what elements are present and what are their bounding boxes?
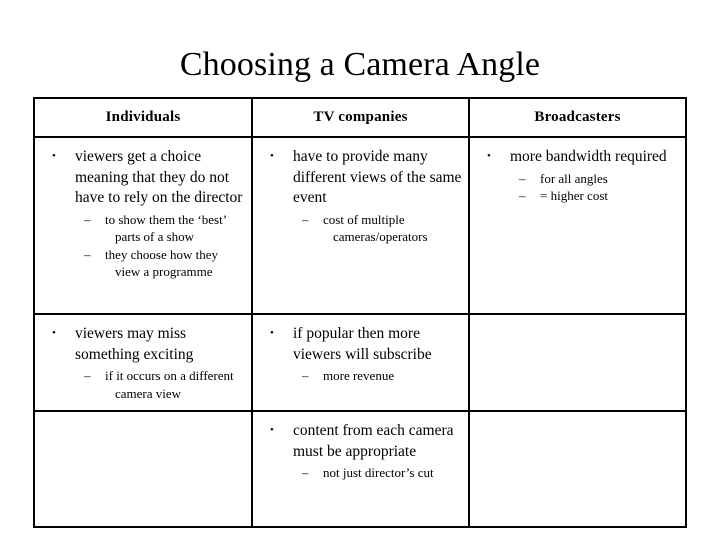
bullet-text: viewers may miss something exciting — [75, 325, 194, 363]
table-cell — [33, 410, 253, 528]
sub-bullet-text: they choose how they view a programme — [105, 246, 219, 280]
sub-bullet-item: they choose how they view a programme — [75, 246, 245, 281]
sub-bullet-list: more revenue — [293, 367, 462, 385]
comparison-table: Individuals TV companies Broadcasters vi… — [33, 97, 687, 528]
bullet-list: more bandwidth required for all angles = h… — [476, 146, 679, 205]
sub-bullet-text: to show them the ‘best’ parts of a show — [105, 211, 227, 245]
cell-content: content from each camera must be appropr… — [253, 412, 468, 486]
table-cell: content from each camera must be appropr… — [251, 410, 470, 528]
table-row: viewers may miss something exciting if it… — [33, 313, 687, 412]
table-body: viewers get a choice meaning that they d… — [33, 136, 687, 528]
page-title: Choosing a Camera Angle — [179, 46, 541, 83]
bullet-item: content from each camera must be appropr… — [259, 420, 462, 482]
cell-content — [35, 412, 251, 426]
bullet-text: if popular then more viewers will subscr… — [293, 325, 432, 363]
table-cell: have to provide many different views of … — [251, 136, 470, 315]
bullet-list: content from each camera must be appropr… — [259, 420, 462, 482]
table-cell: viewers get a choice meaning that they d… — [33, 136, 253, 315]
sub-bullet-list: cost of multiple cameras/operators — [293, 211, 462, 246]
sub-bullet-item: not just director’s cut — [293, 464, 462, 482]
sub-bullet-item: more revenue — [293, 367, 462, 385]
sub-bullet-item: if it occurs on a different camera view — [75, 367, 245, 402]
sub-bullet-item: to show them the ‘best’ parts of a show — [75, 211, 245, 246]
slide-canvas: Choosing a Camera Angle Individuals TV c… — [0, 0, 720, 540]
cell-content — [470, 315, 685, 329]
bullet-list: if popular then more viewers will subscr… — [259, 323, 462, 385]
bullet-item: viewers may miss something exciting if it… — [41, 323, 245, 402]
table-cell — [468, 410, 687, 528]
bullet-list: have to provide many different views of … — [259, 146, 462, 246]
table-cell: viewers may miss something exciting if it… — [33, 313, 253, 412]
bullet-list: viewers may miss something exciting if it… — [41, 323, 245, 402]
sub-bullet-item: = higher cost — [510, 187, 679, 205]
sub-bullet-text: more revenue — [323, 368, 395, 383]
bullet-item: more bandwidth required for all angles = h… — [476, 146, 679, 205]
bullet-item: have to provide many different views of … — [259, 146, 462, 246]
cell-content — [470, 412, 685, 426]
cell-content: if popular then more viewers will subscr… — [253, 315, 468, 389]
sub-bullet-text: if it occurs on a different camera view — [105, 368, 234, 401]
bullet-text: viewers get a choice meaning that they d… — [75, 148, 243, 206]
column-header-broadcasters: Broadcasters — [468, 97, 687, 138]
cell-content: viewers may miss something exciting if it… — [35, 315, 251, 406]
column-header-individuals: Individuals — [33, 97, 253, 138]
bullet-text: content from each camera must be appropr… — [293, 422, 454, 460]
sub-bullet-item: for all angles — [510, 170, 679, 188]
column-header-tv-companies: TV companies — [251, 97, 470, 138]
bullet-item: if popular then more viewers will subscr… — [259, 323, 462, 385]
bullet-text: have to provide many different views of … — [293, 148, 462, 206]
sub-bullet-list: not just director’s cut — [293, 464, 462, 482]
table-row: viewers get a choice meaning that they d… — [33, 136, 687, 315]
table-row: content from each camera must be appropr… — [33, 410, 687, 528]
bullet-list: viewers get a choice meaning that they d… — [41, 146, 245, 281]
sub-bullet-list: if it occurs on a different camera view — [75, 367, 245, 402]
sub-bullet-text: for all angles — [540, 170, 608, 186]
sub-bullet-list: for all angles = higher cost — [510, 170, 679, 205]
cell-content: have to provide many different views of … — [253, 138, 468, 250]
cell-content: viewers get a choice meaning that they d… — [35, 138, 251, 285]
sub-bullet-text: not just director’s cut — [323, 465, 434, 480]
cell-content: more bandwidth required for all angles = h… — [470, 138, 685, 209]
table-header-row: Individuals TV companies Broadcasters — [33, 97, 687, 138]
table-cell: more bandwidth required for all angles = h… — [468, 136, 687, 315]
bullet-item: viewers get a choice meaning that they d… — [41, 146, 245, 281]
table-cell: if popular then more viewers will subscr… — [251, 313, 470, 412]
sub-bullet-text: = higher cost — [540, 188, 608, 203]
sub-bullet-item: cost of multiple cameras/operators — [293, 211, 462, 246]
sub-bullet-list: to show them the ‘best’ parts of a showt… — [75, 211, 245, 281]
sub-bullet-text: cost of multiple cameras/operators — [323, 211, 428, 245]
bullet-text: more bandwidth required — [510, 148, 667, 165]
table-cell — [468, 313, 687, 412]
